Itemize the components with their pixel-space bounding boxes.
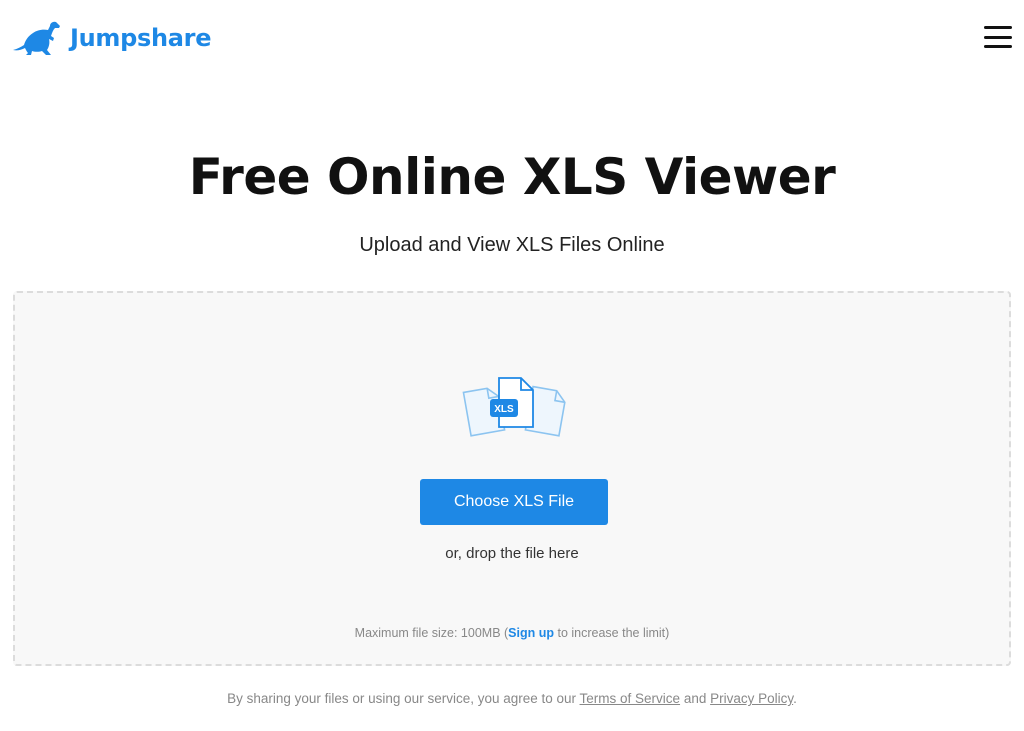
hamburger-menu-icon[interactable]	[984, 26, 1012, 48]
drop-hint: or, drop the file here	[445, 545, 579, 562]
page-subtitle: Upload and View XLS Files Online	[359, 234, 665, 256]
sign-up-link[interactable]: Sign up	[508, 626, 554, 640]
file-size-limit: Maximum file size: 100MB (Sign up to inc…	[15, 626, 1009, 640]
xls-files-icon: XLS	[462, 377, 566, 437]
page: Jumpshare Free Online XLS Viewer Upload …	[0, 0, 1024, 731]
limit-prefix: Maximum file size: 100MB (	[354, 626, 509, 640]
kangaroo-icon	[13, 21, 60, 56]
terms-suffix: .	[793, 691, 797, 706]
xls-badge: XLS	[494, 404, 514, 415]
terms-of-service-link[interactable]: Terms of Service	[580, 691, 681, 706]
file-dropzone[interactable]: XLS Choose XLS File or, drop the file he…	[13, 291, 1011, 666]
terms-prefix: By sharing your files or using our servi…	[227, 691, 580, 706]
jumpshare-logo[interactable]: Jumpshare	[12, 20, 211, 56]
page-title: Free Online XLS Viewer	[188, 148, 836, 206]
choose-file-button[interactable]: Choose XLS File	[420, 479, 608, 525]
brand-name: Jumpshare	[70, 24, 212, 52]
privacy-policy-link[interactable]: Privacy Policy	[710, 691, 793, 706]
limit-suffix: to increase the limit)	[554, 626, 670, 640]
terms-conjunction: and	[680, 691, 711, 706]
terms-notice: By sharing your files or using our servi…	[0, 691, 1024, 706]
